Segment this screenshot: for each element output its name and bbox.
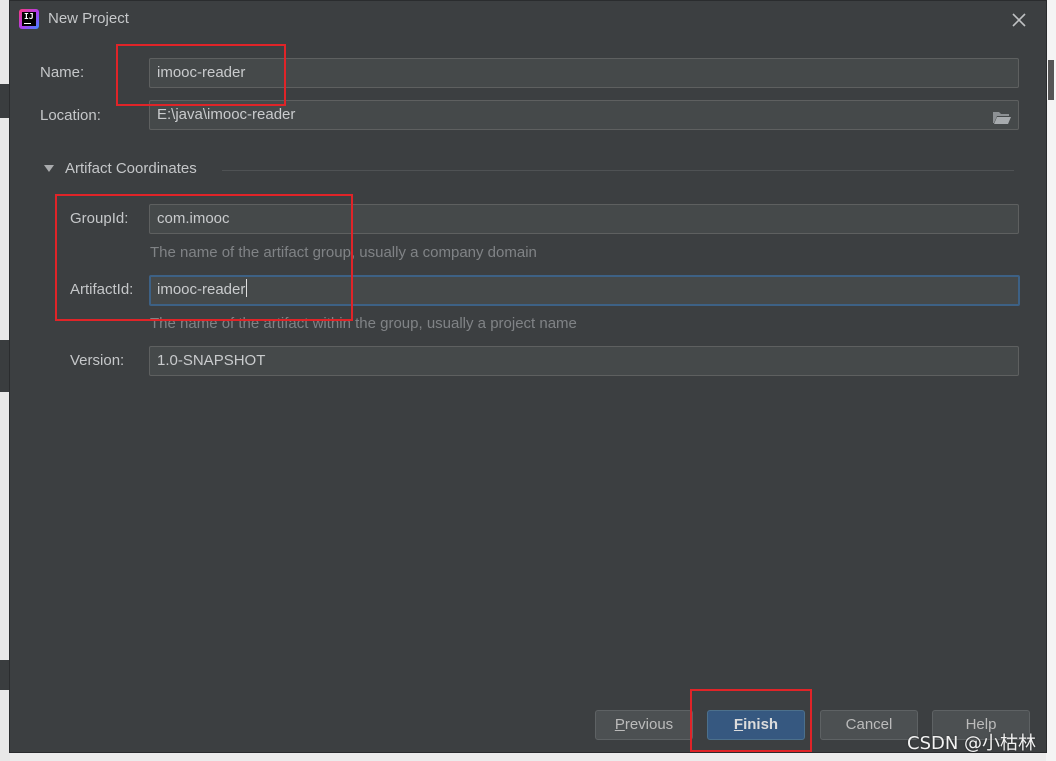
intellij-idea-icon: IJ xyxy=(19,9,39,29)
previous-label: revious xyxy=(624,716,674,733)
watermark-text: CSDN @小枯林 xyxy=(907,733,1037,754)
location-input[interactable]: E:\java\imooc-reader xyxy=(149,100,1019,130)
cancel-button[interactable]: Cancel xyxy=(820,710,918,740)
dialog-title: New Project xyxy=(48,10,129,27)
artifact-coordinates-title[interactable]: Artifact Coordinates xyxy=(65,160,197,177)
close-icon[interactable] xyxy=(1008,9,1030,31)
groupid-label: GroupId: xyxy=(70,210,129,227)
version-label: Version: xyxy=(70,352,125,369)
finish-button[interactable]: Finish xyxy=(707,710,805,740)
artifactid-hint: The name of the artifact within the grou… xyxy=(150,315,577,332)
text-caret xyxy=(246,279,248,297)
folder-icon[interactable] xyxy=(992,107,1012,124)
artifactid-input[interactable]: imooc-reader xyxy=(149,275,1020,306)
artifactid-value: imooc-reader xyxy=(157,281,246,298)
groupid-hint: The name of the artifact group, usually … xyxy=(150,244,537,261)
artifactid-label: ArtifactId: xyxy=(70,281,134,298)
location-value: E:\java\imooc-reader xyxy=(157,106,296,123)
background-window-right xyxy=(1046,0,1056,761)
groupid-input[interactable]: com.imooc xyxy=(149,204,1019,234)
previous-button[interactable]: Previous xyxy=(595,710,693,740)
new-project-dialog: IJ New Project Name: imooc-reader Locati… xyxy=(9,0,1047,753)
version-input[interactable]: 1.0-SNAPSHOT xyxy=(149,346,1019,376)
finish-mnemonic: F xyxy=(733,716,744,733)
finish-label: inish xyxy=(743,716,779,733)
previous-mnemonic: P xyxy=(614,716,625,733)
section-divider xyxy=(222,170,1014,171)
title-bar: IJ New Project xyxy=(10,1,1046,37)
location-label: Location: xyxy=(40,107,101,124)
triangle-down-icon[interactable] xyxy=(44,165,54,172)
name-input[interactable]: imooc-reader xyxy=(149,58,1019,88)
name-label: Name: xyxy=(40,64,85,81)
